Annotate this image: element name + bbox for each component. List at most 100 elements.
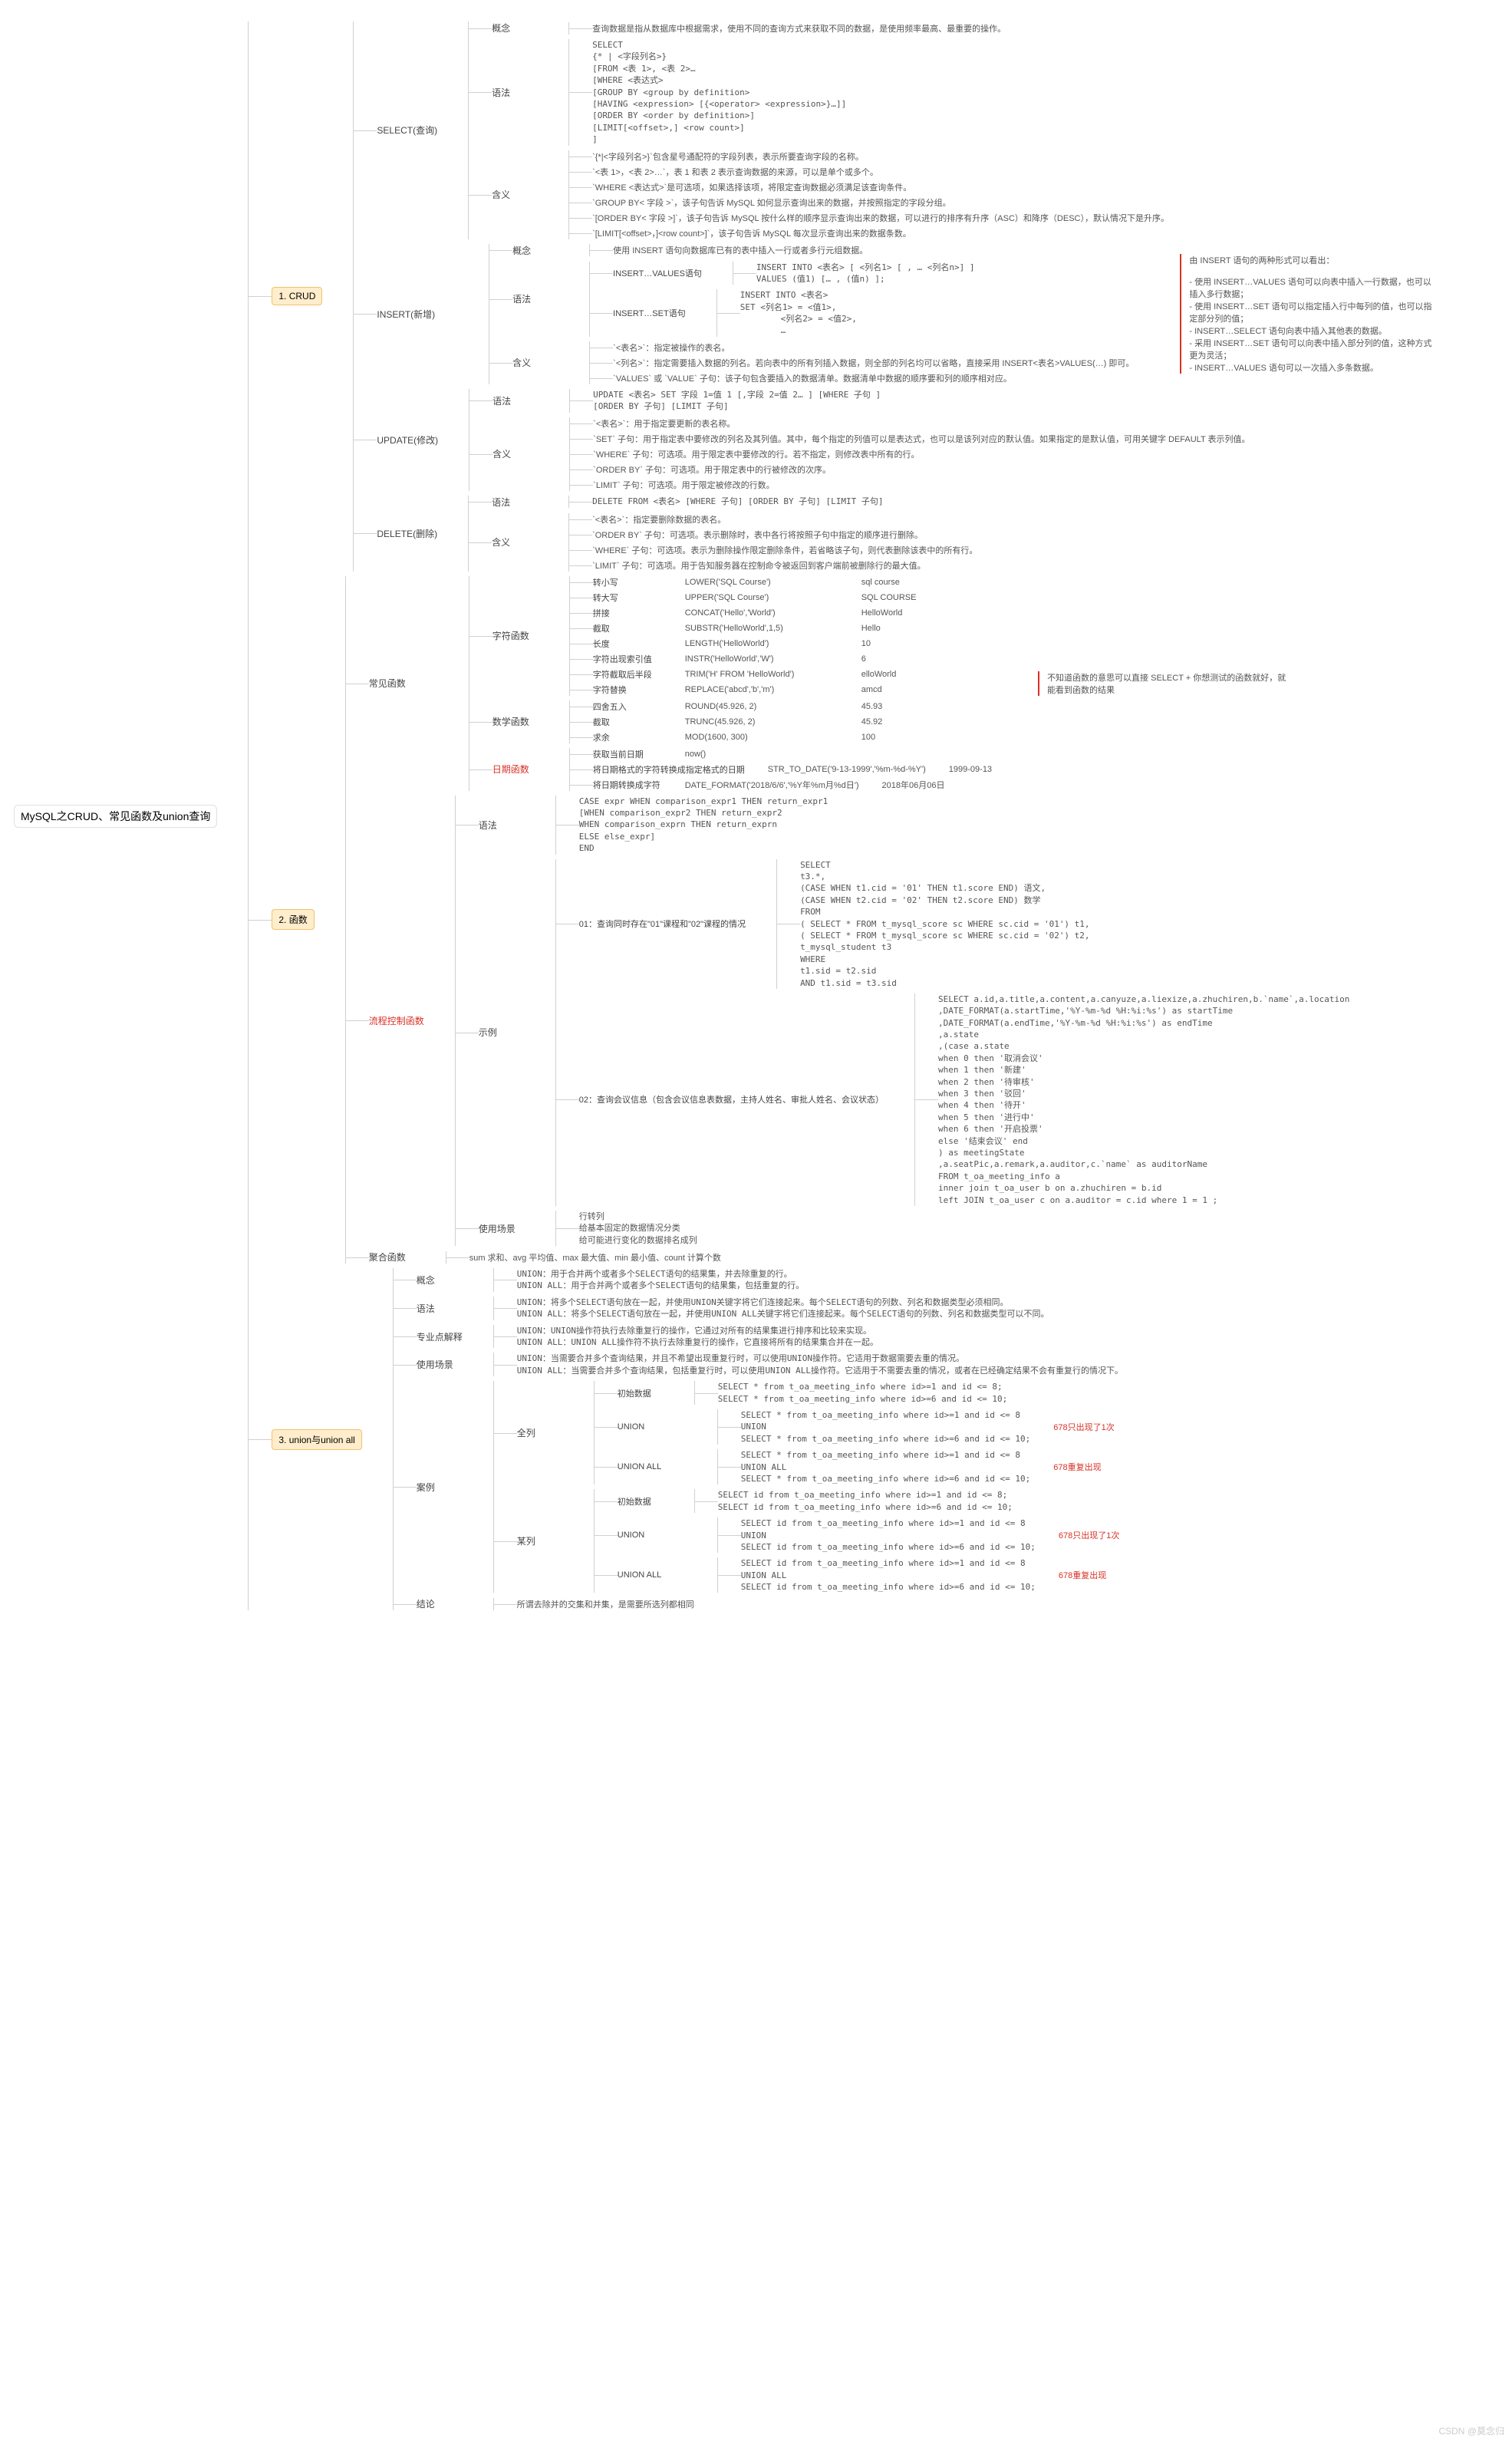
flow-scene-lbl[interactable]: 使用场景 xyxy=(479,1222,525,1235)
select-children: 概念 查询数据是指从数据库中根据需求，使用不同的查询方式来获取不同的数据，是使用… xyxy=(468,21,1169,239)
union-pro-lbl[interactable]: 专业点解释 xyxy=(417,1330,463,1343)
l1-union[interactable]: 3. union与union all xyxy=(272,1429,361,1450)
delete-syntax: DELETE FROM <表名> [WHERE 子句] [ORDER BY 子句… xyxy=(592,496,883,507)
update-m4: `ORDER BY` 子句：可选项。用于限定表中的行被修改的次序。 xyxy=(593,463,831,476)
func-call: UPPER('SQL Course') xyxy=(685,593,838,602)
update-row: UPDATE(修改) 语法 UPDATE <表名> SET 字段 1=值 1 [… xyxy=(377,389,1435,491)
flow-syntax-lbl[interactable]: 语法 xyxy=(479,819,525,832)
union-end: 所谓去除并的交集和并集，是需要所选列都相同 xyxy=(517,1598,694,1610)
union-all-lbl[interactable]: 全列 xyxy=(517,1426,563,1439)
update-m3: `WHERE` 子句：可选项。用于限定表中要修改的行。若不指定，则修改表中所有的… xyxy=(593,448,919,460)
func-call: REPLACE('abcd','b','m') xyxy=(685,685,838,694)
func-desc: 长度 xyxy=(593,638,662,650)
update-syntax-lbl[interactable]: 语法 xyxy=(492,394,539,407)
func-call: CONCAT('Hello','World') xyxy=(685,608,838,618)
all-union-lbl[interactable]: UNION xyxy=(618,1422,664,1432)
func-item: 字符替换REPLACE('abcd','b','m')amcd xyxy=(593,684,917,696)
string-func-lbl[interactable]: 字符函数 xyxy=(492,629,539,642)
l1-func[interactable]: 2. 函数 xyxy=(272,909,314,930)
func-children: 常见函数 字符函数 转小写 LOWER('SQL Course') sql cour… xyxy=(345,576,1350,1264)
func-call: SUBSTR('HelloWorld',1,5) xyxy=(685,624,838,633)
union-concept-lbl[interactable]: 概念 xyxy=(417,1274,463,1287)
func-call: MOD(1600, 300) xyxy=(685,733,838,742)
union-ex-lbl[interactable]: 案例 xyxy=(417,1481,463,1494)
update-meaning-lbl[interactable]: 含义 xyxy=(492,447,539,460)
func-result: elloWorld xyxy=(861,670,897,679)
all-init-lbl[interactable]: 初始数据 xyxy=(618,1387,664,1399)
row-ua-lbl[interactable]: UNION ALL xyxy=(618,1570,664,1580)
row-union: SELECT id from t_oa_meeting_info where i… xyxy=(741,1517,1036,1553)
select-syntax-lbl[interactable]: 语法 xyxy=(492,86,538,99)
func-desc: 将日期转换成字符 xyxy=(593,779,662,791)
flow-func-lbl[interactable]: 流程控制函数 xyxy=(369,1014,424,1027)
func-item: 求余MOD(1600, 300)100 xyxy=(593,731,883,743)
delete-m2: `ORDER BY` 子句：可选项。表示删除时，表中各行将按照子句中指定的顺序进… xyxy=(592,529,923,541)
func-call: INSTR('HelloWorld','W') xyxy=(685,654,838,664)
func-result: sql course xyxy=(861,578,900,587)
func-call: DATE_FORMAT('2018/6/6','%Y年%m月%d日') xyxy=(685,779,859,791)
func-result: amcd xyxy=(861,685,882,694)
row-init-lbl[interactable]: 初始数据 xyxy=(618,1495,664,1508)
insert-set-txt: INSERT INTO <表名> SET <列名1> = <值1>, <列名2>… xyxy=(740,289,857,337)
root-node[interactable]: MySQL之CRUD、常见函数及union查询 xyxy=(14,805,217,828)
flow-ex01-lbl[interactable]: 01：查询同时存在"01"课程和"02"课程的情况 xyxy=(579,918,746,930)
func-call: TRUNC(45.926, 2) xyxy=(685,717,838,727)
insert-sidenote: 由 INSERT 语句的两种形式可以看出： - 使用 INSERT…VALUES… xyxy=(1180,254,1435,374)
insert-values-lbl[interactable]: INSERT…VALUES语句 xyxy=(613,267,702,279)
insert-concept: 使用 INSERT 语句向数据库已有的表中插入一行或者多行元组数据。 xyxy=(613,244,868,256)
func-desc: 将日期格式的字符转换成指定格式的日期 xyxy=(593,763,745,776)
union-syntax-lbl[interactable]: 语法 xyxy=(417,1302,463,1315)
flow-scene: 行转列 给基本固定的数据情况分类 给可能进行变化的数据排名成列 xyxy=(579,1211,697,1246)
func-call: LENGTH('HelloWorld') xyxy=(685,639,838,648)
union-scene-lbl[interactable]: 使用场景 xyxy=(417,1358,463,1371)
insert-m2: `<列名>`：指定需要插入数据的列名。若向表中的所有列插入数据，则全部的列名均可… xyxy=(613,357,1134,369)
select-node[interactable]: SELECT(查询) xyxy=(377,124,437,137)
func-item: 将日期转换成字符 DATE_FORMAT('2018/6/6','%Y年%m月%d… xyxy=(593,779,992,791)
all-ua-note: 678重复出现 xyxy=(1053,1461,1101,1473)
func-item: 截取SUBSTR('HelloWorld',1,5)Hello xyxy=(593,622,917,634)
func-result: 1999-09-13 xyxy=(949,765,992,774)
flow-ex02-lbl[interactable]: 02：查询会议信息（包含会议信息表数据，主持人姓名、审批人姓名、会议状态） xyxy=(579,1093,884,1106)
flow-ex01: SELECT t3.*, (CASE WHEN t1.cid = '01' TH… xyxy=(800,859,1090,989)
level1-children: 1. CRUD SELECT(查询) 概念 查询数据是指从数据库中根据需求，使用… xyxy=(248,21,1435,1610)
func-item: 截取TRUNC(45.926, 2)45.92 xyxy=(593,716,883,728)
func-desc: 字符截取后半段 xyxy=(593,668,662,680)
delete-node[interactable]: DELETE(删除) xyxy=(377,527,437,540)
insert-concept-lbl[interactable]: 概念 xyxy=(512,244,558,257)
common-func-lbl[interactable]: 常见函数 xyxy=(369,677,415,690)
common-func-row: 常见函数 字符函数 转小写 LOWER('SQL Course') sql cour… xyxy=(369,576,1350,791)
func-item: 字符截取后半段TRIM('H' FROM 'HelloWorld')elloWo… xyxy=(593,668,917,680)
delete-syntax-lbl[interactable]: 语法 xyxy=(492,496,538,509)
func-result: 45.93 xyxy=(861,702,883,711)
func-item: 转大写UPPER('SQL Course')SQL COURSE xyxy=(593,591,917,604)
mindmap-root-row: MySQL之CRUD、常见函数及union查询 1. CRUD SELECT(查… xyxy=(14,21,1498,1610)
func-call: STR_TO_DATE('9-13-1999','%m-%d-%Y') xyxy=(768,765,926,774)
delete-meaning-lbl[interactable]: 含义 xyxy=(492,535,538,549)
insert-meaning-lbl[interactable]: 含义 xyxy=(512,356,558,369)
update-node[interactable]: UPDATE(修改) xyxy=(377,433,438,446)
func-call: LOWER('SQL Course') xyxy=(685,578,838,587)
insert-children: 概念 使用 INSERT 语句向数据库已有的表中插入一行或者多行元组数据。 语法… xyxy=(489,244,1134,384)
func-item: 字符出现索引值INSTR('HelloWorld','W')6 xyxy=(593,653,917,665)
insert-set-lbl[interactable]: INSERT…SET语句 xyxy=(613,307,686,319)
all-union-note: 678只出现了1次 xyxy=(1053,1421,1114,1433)
num-func-lbl[interactable]: 数学函数 xyxy=(492,715,539,728)
union-end-lbl[interactable]: 结论 xyxy=(417,1597,463,1610)
select-row: SELECT(查询) 概念 查询数据是指从数据库中根据需求，使用不同的查询方式来… xyxy=(377,21,1435,239)
func-desc: 转小写 xyxy=(593,576,662,588)
union-row-lbl[interactable]: 某列 xyxy=(517,1534,563,1547)
row-union-lbl[interactable]: UNION xyxy=(618,1531,664,1540)
all-ua-lbl[interactable]: UNION ALL xyxy=(618,1462,664,1471)
agg-func: sum 求和、avg 平均值、max 最大值、min 最小值、count 计算个… xyxy=(469,1251,721,1264)
select-meaning-lbl[interactable]: 含义 xyxy=(492,188,538,201)
l1-crud[interactable]: 1. CRUD xyxy=(272,287,322,305)
delete-m4: `LIMIT` 子句：可选项。用于告知服务器在控制命令被返回到客户端前被删除行的… xyxy=(592,559,926,572)
flow-ex-lbl[interactable]: 示例 xyxy=(479,1026,525,1039)
select-concept-lbl[interactable]: 概念 xyxy=(492,21,538,35)
insert-node[interactable]: INSERT(新增) xyxy=(377,308,435,321)
agg-func-lbl[interactable]: 聚合函数 xyxy=(369,1251,415,1264)
func-result: 45.92 xyxy=(861,717,883,727)
insert-syntax-lbl[interactable]: 语法 xyxy=(512,292,558,305)
date-func-lbl[interactable]: 日期函数 xyxy=(492,763,539,776)
func-item: 四舍五入ROUND(45.926, 2)45.93 xyxy=(593,700,883,713)
